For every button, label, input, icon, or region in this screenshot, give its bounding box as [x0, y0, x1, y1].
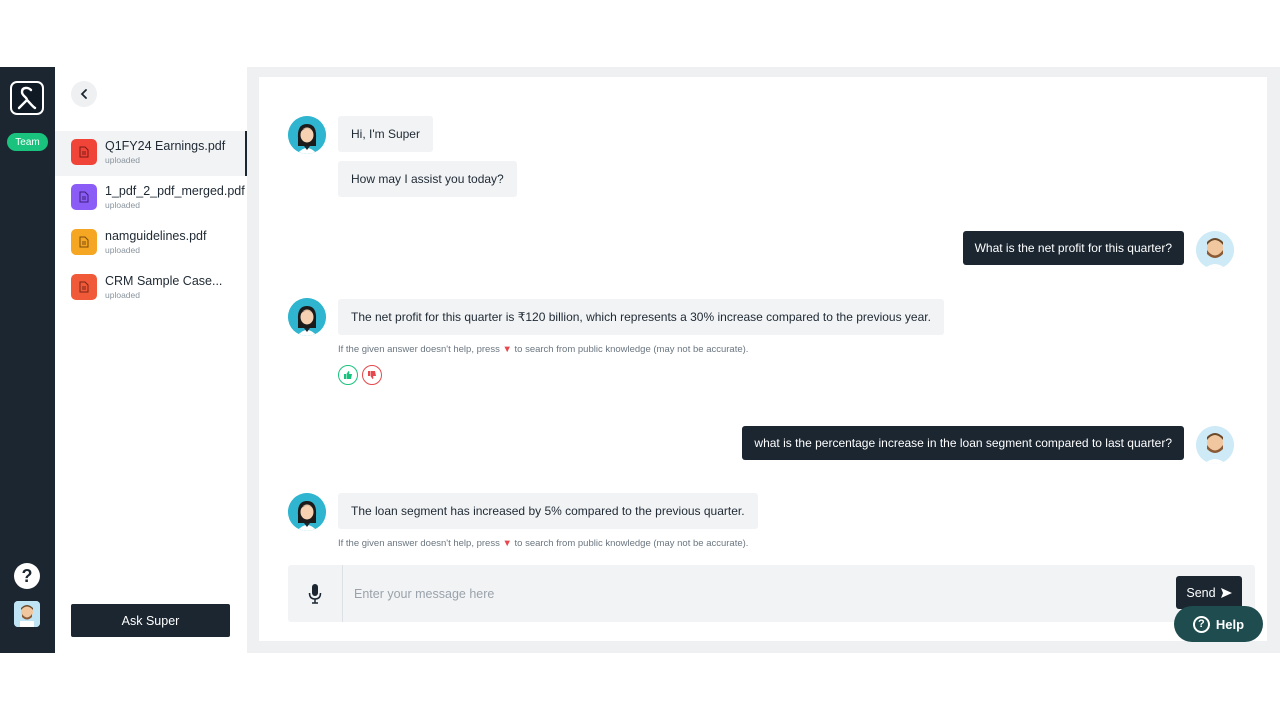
microphone-icon — [308, 583, 322, 604]
chevron-left-icon — [80, 89, 87, 99]
help-label: Help — [1215, 616, 1245, 632]
note-text: to search from public knowledge (may not… — [514, 538, 749, 549]
file-name: Q1FY24 Earnings.pdf — [105, 139, 226, 153]
file-name: CRM Sample Case... — [105, 274, 223, 288]
note-text: If the given answer doesn't help, press — [338, 344, 500, 355]
collapse-sidebar-button[interactable] — [71, 81, 97, 107]
file-sidebar: Q1FY24 Earnings.pdf uploaded 1_pdf_2_pdf… — [55, 67, 247, 653]
file-item[interactable]: Q1FY24 Earnings.pdf uploaded — [55, 131, 247, 176]
bot-message: The loan segment has increased by 5% com… — [338, 493, 758, 529]
team-badge[interactable]: Team — [7, 133, 48, 151]
send-button[interactable]: Send — [1176, 576, 1242, 609]
thumbs-down-icon: ▼ — [502, 538, 512, 549]
thumbs-up-button[interactable] — [338, 365, 358, 385]
send-label: Send — [1186, 585, 1216, 600]
user-avatar — [1196, 231, 1234, 269]
microphone-button[interactable] — [288, 565, 343, 622]
bot-avatar — [288, 298, 326, 336]
bot-message: The net profit for this quarter is ₹120 … — [338, 299, 944, 335]
fallback-note: If the given answer doesn't help, press … — [338, 538, 748, 549]
message-composer: Send — [288, 565, 1255, 622]
help-question-icon: ? — [1192, 615, 1210, 633]
file-name: namguidelines.pdf — [105, 229, 207, 243]
user-avatar[interactable] — [14, 601, 40, 627]
left-rail: Team ? — [0, 67, 55, 653]
file-status: uploaded — [105, 200, 140, 210]
user-avatar — [1196, 426, 1234, 464]
app: Team ? Q1FY24 Earnings.pdf uploaded 1_pd… — [0, 67, 1280, 653]
user-message: what is the percentage increase in the l… — [742, 426, 1184, 460]
pdf-file-icon — [71, 184, 97, 210]
pdf-file-icon — [71, 229, 97, 255]
note-text: to search from public knowledge (may not… — [514, 344, 749, 355]
pdf-file-icon — [71, 139, 97, 165]
fallback-note: If the given answer doesn't help, press … — [338, 344, 748, 355]
file-name: 1_pdf_2_pdf_merged.pdf — [105, 184, 245, 198]
note-text: If the given answer doesn't help, press — [338, 538, 500, 549]
bot-message: Hi, I'm Super — [338, 116, 433, 152]
message-input[interactable] — [354, 579, 1154, 609]
thumbs-down-button[interactable] — [362, 365, 382, 385]
file-item[interactable]: 1_pdf_2_pdf_merged.pdf uploaded — [55, 176, 247, 221]
ask-super-button[interactable]: Ask Super — [71, 604, 230, 637]
main-area: Hi, I'm Super How may I assist you today… — [247, 67, 1280, 653]
thumbs-down-icon: ▼ — [502, 344, 512, 355]
bot-avatar — [288, 493, 326, 531]
file-status: uploaded — [105, 290, 140, 300]
file-status: uploaded — [105, 245, 140, 255]
send-arrow-icon — [1220, 587, 1232, 598]
user-message: What is the net profit for this quarter? — [962, 231, 1184, 265]
pdf-file-icon — [71, 274, 97, 300]
thumbs-up-icon — [344, 371, 352, 379]
file-item[interactable]: namguidelines.pdf uploaded — [55, 221, 247, 266]
file-status: uploaded — [105, 155, 140, 165]
help-button[interactable]: ? Help — [1174, 606, 1263, 642]
thumbs-down-icon — [368, 371, 376, 379]
bot-avatar — [288, 116, 326, 154]
app-logo-icon[interactable] — [10, 81, 44, 115]
file-item[interactable]: CRM Sample Case... uploaded — [55, 266, 247, 311]
file-list: Q1FY24 Earnings.pdf uploaded 1_pdf_2_pdf… — [55, 131, 247, 311]
bot-message: How may I assist you today? — [338, 161, 517, 197]
help-question-icon[interactable]: ? — [14, 563, 40, 589]
chat-panel: Hi, I'm Super How may I assist you today… — [259, 77, 1267, 641]
